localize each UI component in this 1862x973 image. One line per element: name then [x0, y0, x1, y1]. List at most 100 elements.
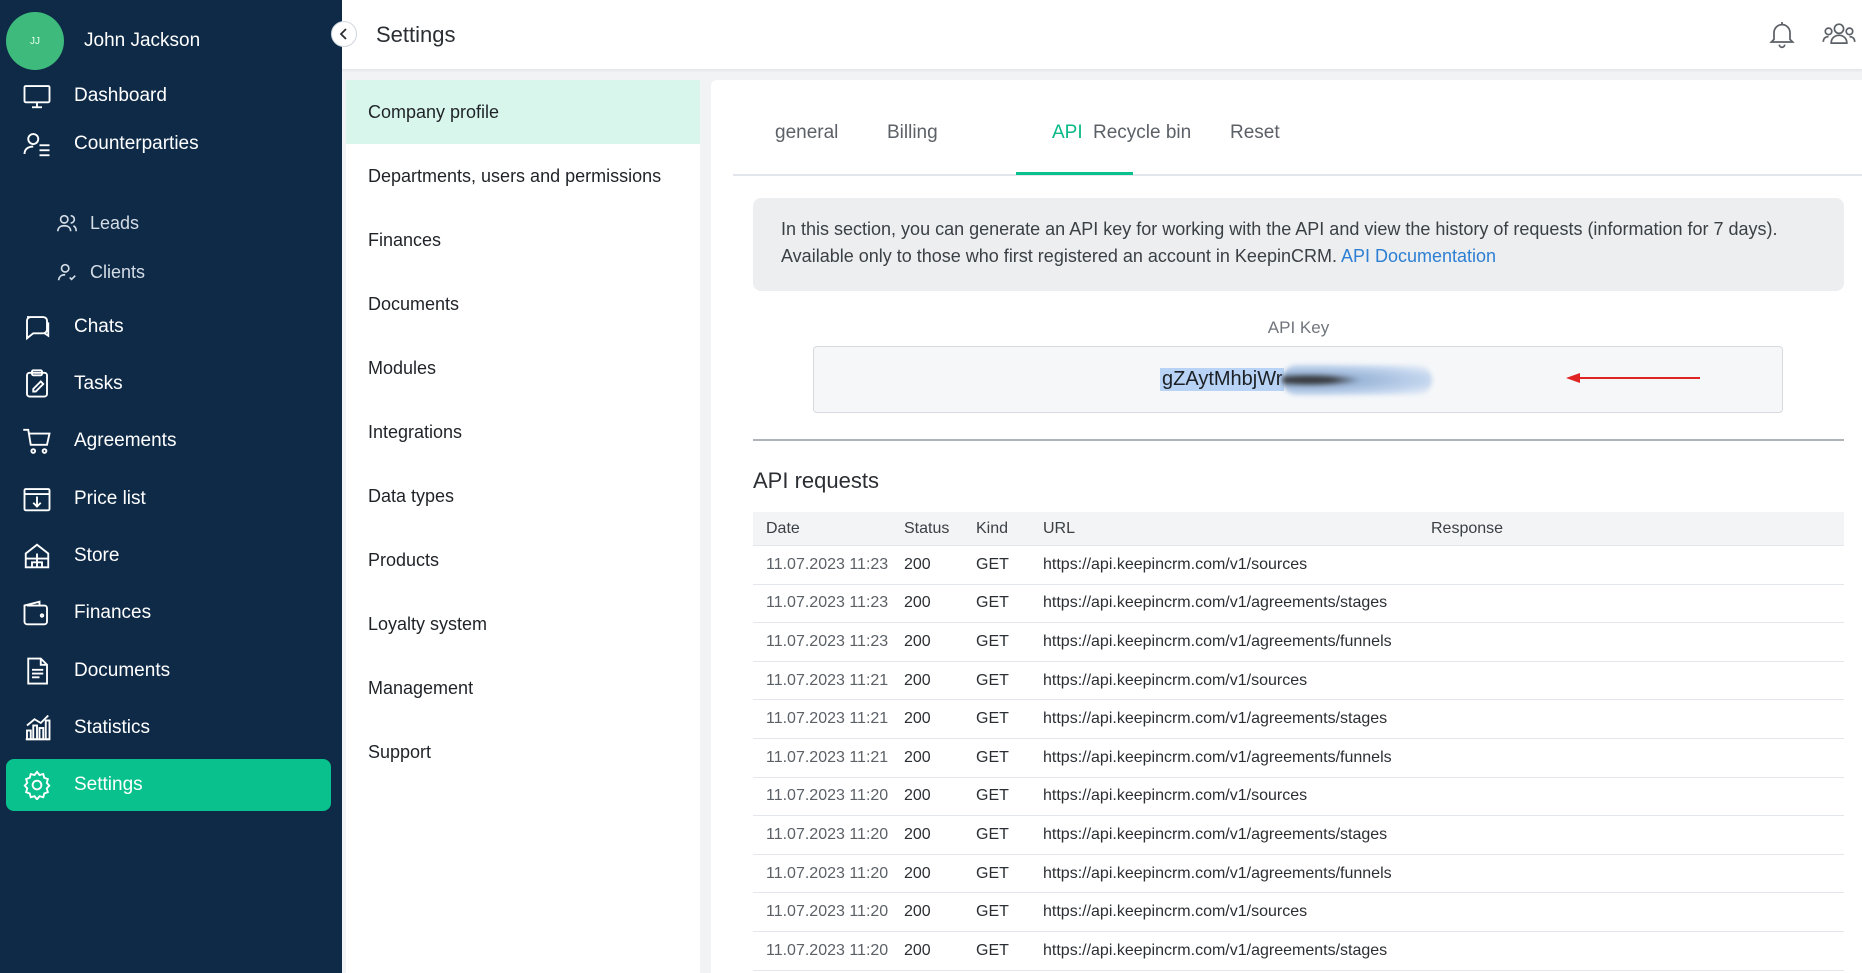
cell-status: 200 — [904, 825, 931, 843]
user-profile[interactable]: JJ John Jackson — [6, 12, 200, 70]
tab-recycle-bin[interactable]: Recycle bin — [1093, 122, 1191, 144]
sidebar-item-agreements[interactable]: Agreements — [6, 415, 331, 467]
info-text-line2: Available only to those who first regist… — [781, 243, 1816, 270]
sidebar-item-price-list[interactable]: Price list — [6, 473, 331, 525]
sidebar-item-chats[interactable]: Chats — [6, 301, 331, 353]
active-tab-indicator — [1016, 172, 1133, 175]
column-header-url: URL — [1043, 519, 1076, 537]
sidebar-item-counterparties[interactable]: Counterparties — [6, 118, 331, 170]
chevron-left-icon — [339, 28, 347, 40]
submenu-item-data-types[interactable]: Data types — [346, 464, 700, 528]
cell-status: 200 — [904, 748, 931, 766]
users-icon — [56, 212, 78, 234]
sidebar-item-settings[interactable]: Settings — [6, 759, 331, 811]
gear-icon — [22, 770, 52, 800]
sidebar-item-label: Clients — [90, 261, 146, 282]
cell-status: 200 — [904, 787, 931, 805]
table-row[interactable]: 11.07.2023 11:21 200 GET https://api.keepin… — [753, 739, 1844, 778]
tab-reset[interactable]: Reset — [1230, 122, 1280, 144]
submenu-item-modules[interactable]: Modules — [346, 336, 700, 400]
tab-general[interactable]: general — [775, 122, 838, 144]
table-row[interactable]: 11.07.2023 11:20 200 GET https://api.keepin… — [753, 778, 1844, 817]
api-key-field[interactable]: gZAytMhbjWr — [813, 346, 1783, 413]
cell-kind: GET — [976, 903, 1009, 921]
table-row[interactable]: 11.07.2023 11:20 200 GET https://api.keepin… — [753, 932, 1844, 971]
settings-submenu: Company profile Departments, users and p… — [346, 80, 700, 973]
api-key-redaction — [1282, 365, 1432, 395]
tab-api[interactable]: API — [1052, 122, 1083, 144]
cell-url: https://api.keepincrm.com/v1/sources — [1043, 787, 1308, 805]
cell-date: 11.07.2023 11:20 — [766, 787, 889, 805]
tab-bar: general Billing API Recycle bin Reset — [733, 80, 1862, 176]
sidebar-item-documents[interactable]: Documents — [6, 645, 331, 697]
sidebar-item-statistics[interactable]: Statistics — [6, 702, 331, 754]
api-documentation-link[interactable]: API Documentation — [1341, 246, 1496, 266]
sidebar: JJ John Jackson Dashboard Counterparties… — [0, 0, 342, 973]
cell-url: https://api.keepincrm.com/v1/sources — [1043, 555, 1308, 573]
info-box: In this section, you can generate an API… — [753, 198, 1844, 291]
submenu-item-loyalty-system[interactable]: Loyalty system — [346, 592, 700, 656]
sidebar-item-leads[interactable]: Leads — [6, 200, 331, 246]
sidebar-item-store[interactable]: Store — [6, 530, 331, 582]
sidebar-item-finances[interactable]: Finances — [6, 587, 331, 639]
cell-url: https://api.keepincrm.com/v1/agreements/… — [1043, 941, 1388, 959]
avatar[interactable]: JJ — [6, 12, 64, 70]
sidebar-item-tasks[interactable]: Tasks — [6, 358, 331, 410]
cart-icon — [22, 426, 52, 456]
cell-date: 11.07.2023 11:21 — [766, 748, 889, 766]
users-list-icon — [22, 129, 52, 159]
api-requests-title: API requests — [753, 468, 879, 493]
table-row[interactable]: 11.07.2023 11:21 200 GET https://api.keepin… — [753, 662, 1844, 701]
sidebar-item-dashboard[interactable]: Dashboard — [6, 70, 331, 122]
cell-kind: GET — [976, 594, 1009, 612]
table-row[interactable]: 11.07.2023 11:23 200 GET https://api.keepin… — [753, 623, 1844, 662]
cell-date: 11.07.2023 11:20 — [766, 825, 889, 843]
cell-url: https://api.keepincrm.com/v1/agreements/… — [1043, 632, 1392, 650]
user-name[interactable]: John Jackson — [84, 30, 200, 52]
cell-status: 200 — [904, 632, 931, 650]
submenu-item-company-profile[interactable]: Company profile — [346, 80, 700, 144]
column-header-response: Response — [1431, 519, 1504, 537]
table-row[interactable]: 11.07.2023 11:20 200 GET https://api.keepin… — [753, 855, 1844, 894]
submenu-item-departments[interactable]: Departments, users and permissions — [346, 144, 700, 208]
bar-chart-icon — [22, 713, 52, 743]
table-row[interactable]: 11.07.2023 11:23 200 GET https://api.keepin… — [753, 546, 1844, 585]
table-row[interactable]: 11.07.2023 11:21 200 GET https://api.keepin… — [753, 700, 1844, 739]
cell-kind: GET — [976, 825, 1009, 843]
bell-icon[interactable] — [1766, 18, 1798, 50]
table-row[interactable]: 11.07.2023 11:20 200 GET https://api.keepin… — [753, 816, 1844, 855]
page-title: Settings — [376, 22, 456, 47]
tab-billing[interactable]: Billing — [887, 122, 938, 144]
table-body: 11.07.2023 11:23 200 GET https://api.keepin… — [753, 546, 1844, 971]
cell-url: https://api.keepincrm.com/v1/sources — [1043, 903, 1308, 921]
document-icon — [22, 656, 52, 686]
submenu-item-support[interactable]: Support — [346, 720, 700, 784]
cell-status: 200 — [904, 671, 931, 689]
table-row[interactable]: 11.07.2023 11:23 200 GET https://api.keepin… — [753, 585, 1844, 624]
cell-status: 200 — [904, 710, 931, 728]
main-panel: general Billing API Recycle bin Reset In… — [711, 80, 1862, 973]
user-check-icon — [56, 261, 78, 283]
sidebar-item-label: Counterparties — [74, 133, 199, 154]
submenu-item-products[interactable]: Products — [346, 528, 700, 592]
cell-kind: GET — [976, 787, 1009, 805]
submenu-item-management[interactable]: Management — [346, 656, 700, 720]
sidebar-item-label: Leads — [90, 212, 140, 233]
cell-date: 11.07.2023 11:23 — [766, 632, 889, 650]
cell-kind: GET — [976, 941, 1009, 959]
api-key-value[interactable]: gZAytMhbjWr — [1160, 368, 1285, 391]
collapse-sidebar-button[interactable] — [331, 21, 357, 47]
download-folder-icon — [22, 484, 52, 514]
submenu-item-documents[interactable]: Documents — [346, 272, 700, 336]
submenu-item-finances[interactable]: Finances — [346, 208, 700, 272]
cell-status: 200 — [904, 555, 931, 573]
sidebar-item-label: Statistics — [74, 717, 151, 738]
sidebar-item-clients[interactable]: Clients — [6, 249, 331, 295]
cell-date: 11.07.2023 11:20 — [766, 941, 889, 959]
table-row[interactable]: 11.07.2023 11:20 200 GET https://api.keepin… — [753, 893, 1844, 932]
cell-kind: GET — [976, 710, 1009, 728]
submenu-item-integrations[interactable]: Integrations — [346, 400, 700, 464]
cell-kind: GET — [976, 748, 1009, 766]
team-icon[interactable] — [1822, 18, 1856, 50]
cell-date: 11.07.2023 11:20 — [766, 864, 889, 882]
